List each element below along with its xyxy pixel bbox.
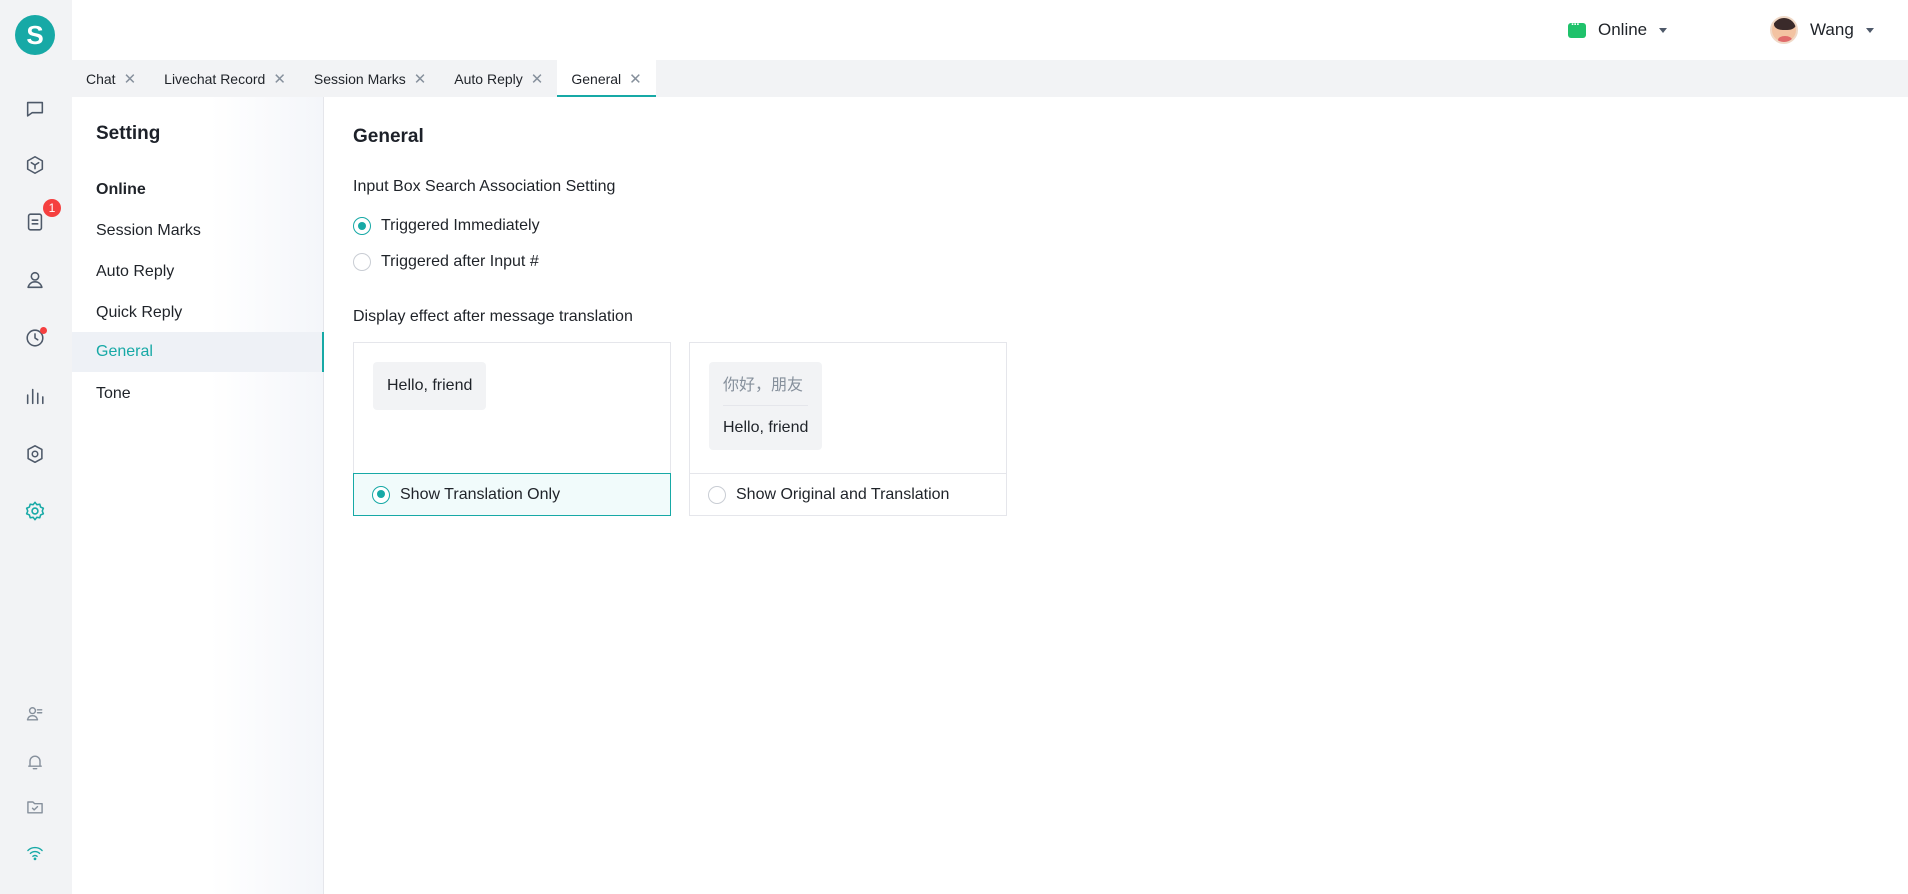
show-original-and-translation-option[interactable]: Show Original and Translation (690, 473, 1006, 515)
option-label: Show Translation Only (400, 485, 561, 503)
agent-icon[interactable] (22, 701, 48, 727)
translation-setting-label: Display effect after message translation (353, 308, 633, 325)
close-icon[interactable]: ✕ (273, 70, 286, 88)
app-logo[interactable]: S (15, 15, 55, 55)
tab-bar: Chat ✕ Livechat Record ✕ Session Marks ✕… (72, 60, 1908, 97)
sidebar-item-auto-reply[interactable]: Auto Reply (72, 252, 324, 292)
show-translation-only-option[interactable]: Show Translation Only (353, 473, 671, 516)
close-icon[interactable]: ✕ (414, 70, 427, 88)
message-bubble: 你好，朋友 Hello, friend (709, 362, 823, 450)
security-icon[interactable] (22, 441, 48, 467)
radio-button[interactable] (353, 253, 371, 271)
radio-label: Triggered Immediately (381, 217, 540, 234)
search-setting-label: Input Box Search Association Setting (353, 178, 616, 195)
settings-icon[interactable] (22, 498, 48, 524)
icon-rail: S 1 (0, 0, 72, 894)
close-icon[interactable]: ✕ (124, 70, 137, 88)
tab-general[interactable]: General ✕ (557, 60, 657, 97)
tab-chat[interactable]: Chat ✕ (72, 60, 150, 97)
online-status-icon (1568, 19, 1586, 38)
tab-label: Chat (86, 70, 116, 87)
close-icon[interactable]: ✕ (531, 70, 544, 88)
close-icon[interactable]: ✕ (629, 70, 642, 88)
tab-session-marks[interactable]: Session Marks ✕ (300, 60, 440, 97)
settings-sidebar: Setting Online Session Marks Auto Reply … (72, 97, 324, 894)
original-and-translation-card[interactable]: 你好，朋友 Hello, friend Show Original and Tr… (689, 342, 1007, 516)
folder-check-icon[interactable] (22, 794, 48, 820)
tab-label: Livechat Record (164, 70, 266, 87)
radio-triggered-after-input[interactable]: Triggered after Input # (353, 253, 539, 271)
tab-label: Session Marks (313, 70, 406, 87)
radio-label: Triggered after Input # (381, 253, 539, 270)
tab-livechat-record[interactable]: Livechat Record ✕ (150, 60, 300, 97)
tab-label: Auto Reply (454, 70, 523, 87)
user-name: Wang (1810, 20, 1854, 39)
page-title: General (353, 126, 424, 147)
message-bubble: Hello, friend (373, 362, 487, 410)
chevron-down-icon (1659, 27, 1668, 33)
translation-only-card[interactable]: Hello, friend Show Translation Only (353, 342, 671, 516)
radio-button[interactable] (353, 217, 371, 235)
original-text: 你好，朋友 (723, 362, 809, 406)
chevron-down-icon (1865, 27, 1874, 33)
cube-icon[interactable] (22, 152, 48, 178)
tab-auto-reply[interactable]: Auto Reply ✕ (440, 60, 557, 97)
wifi-icon (22, 840, 48, 866)
contacts-icon[interactable] (22, 267, 48, 293)
notification-badge: 1 (43, 199, 61, 217)
radio-button[interactable] (708, 485, 726, 504)
tab-label: General (571, 70, 622, 87)
sidebar-title: Setting (96, 123, 161, 144)
sidebar-item-session-marks[interactable]: Session Marks (72, 211, 324, 251)
history-alert-dot (40, 327, 47, 334)
sidebar-item-online[interactable]: Online (72, 170, 324, 210)
option-label: Show Original and Translation (736, 485, 950, 503)
card-preview: Hello, friend (354, 343, 670, 475)
bell-icon[interactable] (22, 749, 48, 775)
radio-triggered-immediately[interactable]: Triggered Immediately (353, 217, 540, 235)
user-menu[interactable]: Wang (1770, 15, 1874, 45)
avatar (1770, 16, 1798, 44)
chat-icon[interactable] (22, 96, 48, 122)
translated-text: Hello, friend (723, 419, 809, 436)
status-dropdown[interactable]: Online (1568, 18, 1668, 42)
card-preview: 你好，朋友 Hello, friend (690, 343, 1006, 475)
sidebar-item-general[interactable]: General (72, 332, 324, 372)
radio-button[interactable] (372, 485, 390, 504)
sidebar-item-quick-reply[interactable]: Quick Reply (72, 293, 324, 333)
sidebar-item-tone[interactable]: Tone (72, 374, 324, 414)
status-label: Online (1598, 20, 1648, 39)
stats-icon[interactable] (22, 383, 48, 409)
